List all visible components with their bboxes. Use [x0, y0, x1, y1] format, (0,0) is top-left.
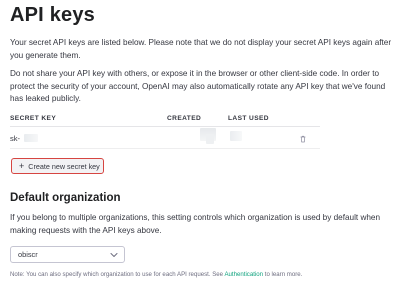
api-keys-page: API keys Your secret API keys are listed… [0, 0, 404, 290]
redacted-key [24, 134, 38, 142]
create-secret-key-button[interactable]: + Create new secret key [11, 158, 104, 174]
organization-note: Note: You can also specify which organiz… [10, 271, 302, 278]
column-last-used: LAST USED [228, 115, 269, 122]
create-secret-key-label: Create new secret key [28, 161, 100, 171]
note-prefix: Note: You can also specify which organiz… [10, 271, 225, 278]
table-row: sk- [10, 128, 320, 148]
default-organization-heading: Default organization [10, 192, 121, 204]
header-divider [10, 126, 320, 127]
warning-text: Do not share your API key with others, o… [10, 69, 386, 103]
organization-description: If you belong to multiple organizations,… [10, 213, 381, 235]
column-secret-key: SECRET KEY [10, 115, 57, 122]
secret-key-value: sk- [10, 134, 20, 143]
chevron-down-icon [110, 253, 118, 257]
row-divider [10, 148, 320, 149]
redacted-last-used [230, 131, 242, 141]
redacted-created-2 [206, 134, 214, 144]
page-title: API keys [10, 4, 95, 26]
trash-icon[interactable] [299, 135, 307, 143]
note-suffix: to learn more. [263, 271, 303, 278]
plus-icon: + [19, 160, 25, 171]
organization-select[interactable]: obiscr [10, 246, 125, 263]
intro-text: Your secret API keys are listed below. P… [10, 38, 392, 60]
authentication-link[interactable]: Authentication [224, 271, 263, 278]
organization-selected-value: obiscr [18, 250, 38, 259]
column-created: CREATED [167, 115, 202, 122]
